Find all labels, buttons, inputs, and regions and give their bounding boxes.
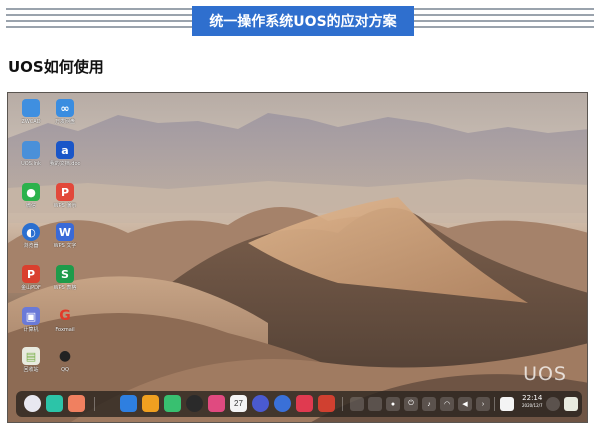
pdf-icon: P	[22, 265, 40, 283]
desktop-icon-computer[interactable]: ▣ 计算机	[14, 307, 48, 333]
tray-slot-icon[interactable]	[368, 397, 382, 411]
music-icon[interactable]	[164, 395, 181, 412]
notification-center-icon[interactable]	[546, 397, 560, 411]
desktop-icon-wps-writer[interactable]: W WPS 文字	[48, 223, 82, 249]
word-doc-icon: a	[56, 141, 74, 159]
cloud-drive-icon: ∞	[56, 99, 74, 117]
title-band: 统一操作系统UOS的应对方案	[6, 6, 594, 36]
video-icon[interactable]	[186, 395, 203, 412]
desktop-icon-cloud-drive[interactable]: ∞ 万发网盘	[48, 99, 82, 125]
dock: 27 ● ⏻ ♪ ◠ ◀ › 22:14 2020/12/7	[16, 391, 582, 417]
clock[interactable]: 22:14 2020/12/7	[522, 394, 543, 409]
desktop-icon-uos-link[interactable]: UOS.lnk	[14, 141, 48, 167]
calendar-icon[interactable]: 27	[230, 395, 247, 412]
trash-dock-icon[interactable]	[564, 397, 578, 411]
dock-separator	[342, 397, 343, 411]
dock-separator	[494, 397, 495, 411]
wifi-icon[interactable]: ◠	[440, 397, 454, 411]
wechat-icon: ●	[22, 183, 40, 201]
bell-icon[interactable]: ♪	[422, 397, 436, 411]
browser-icon: ◐	[22, 223, 40, 241]
wps-writer-icon: W	[56, 223, 74, 241]
desktop-icon-my-document[interactable]: a 我的文档.doc	[48, 141, 82, 167]
desktop-icon-foxmail[interactable]: G Foxmail	[48, 307, 82, 333]
folder-icon	[22, 99, 40, 117]
page: 统一操作系统UOS的应对方案 UOS如何使用 ZWCAD ∞ 万发网盘 UOS.…	[0, 0, 600, 430]
desktop-icon-qq[interactable]: ● QQ	[48, 347, 82, 373]
dock-separator	[94, 397, 95, 411]
desktop-screenshot: ZWCAD ∞ 万发网盘 UOS.lnk a 我的文档.doc ● 微信 P W…	[7, 92, 588, 423]
desktop-icon-pdf[interactable]: P 金山PDF	[14, 265, 48, 291]
wps-spreadsheet-icon: S	[56, 265, 74, 283]
desktop-icon-trash[interactable]: ▤ 回收站	[14, 347, 48, 373]
section-heading: UOS如何使用	[8, 58, 104, 76]
document-icon	[22, 141, 40, 159]
settings-icon[interactable]	[252, 395, 269, 412]
notification-icon[interactable]: ●	[386, 397, 400, 411]
workspace-icon[interactable]	[68, 395, 85, 412]
file-manager-icon[interactable]	[142, 395, 159, 412]
power-icon[interactable]: ⏻	[404, 397, 418, 411]
clock-time: 22:14	[522, 394, 543, 402]
multitask-icon[interactable]	[46, 395, 63, 412]
image-viewer-icon[interactable]	[208, 395, 225, 412]
expand-tray-icon[interactable]: ›	[476, 397, 490, 411]
trash-icon: ▤	[22, 347, 40, 365]
voice-icon[interactable]	[296, 395, 313, 412]
desktop-icon-wps-spreadsheet[interactable]: S WPS 表格	[48, 265, 82, 291]
launcher-icon[interactable]	[24, 395, 41, 412]
wps-presentation-icon: P	[56, 183, 74, 201]
screen-recorder-icon[interactable]	[318, 395, 335, 412]
tray-slot-icon[interactable]	[350, 397, 364, 411]
desktop-icon-wechat[interactable]: ● 微信	[14, 183, 48, 209]
desktop-icon-zwcad[interactable]: ZWCAD	[14, 99, 48, 125]
desktop-icon-browser[interactable]: ◐ 浏览器	[14, 223, 48, 249]
page-title: 统一操作系统UOS的应对方案	[192, 6, 414, 36]
dune-wallpaper-art	[8, 113, 587, 422]
app-store-icon[interactable]	[120, 395, 137, 412]
desktop-icon-wps-presentation[interactable]: P WPS 演示	[48, 183, 82, 209]
volume-icon[interactable]: ◀	[458, 397, 472, 411]
uos-watermark-logo: UOS	[523, 363, 567, 385]
keyboard-icon[interactable]	[500, 397, 514, 411]
qq-icon: ●	[58, 348, 72, 364]
computer-icon: ▣	[22, 307, 40, 325]
clock-date: 2020/12/7	[522, 403, 543, 408]
foxmail-icon: G	[59, 308, 71, 324]
browser-icon[interactable]	[274, 395, 291, 412]
